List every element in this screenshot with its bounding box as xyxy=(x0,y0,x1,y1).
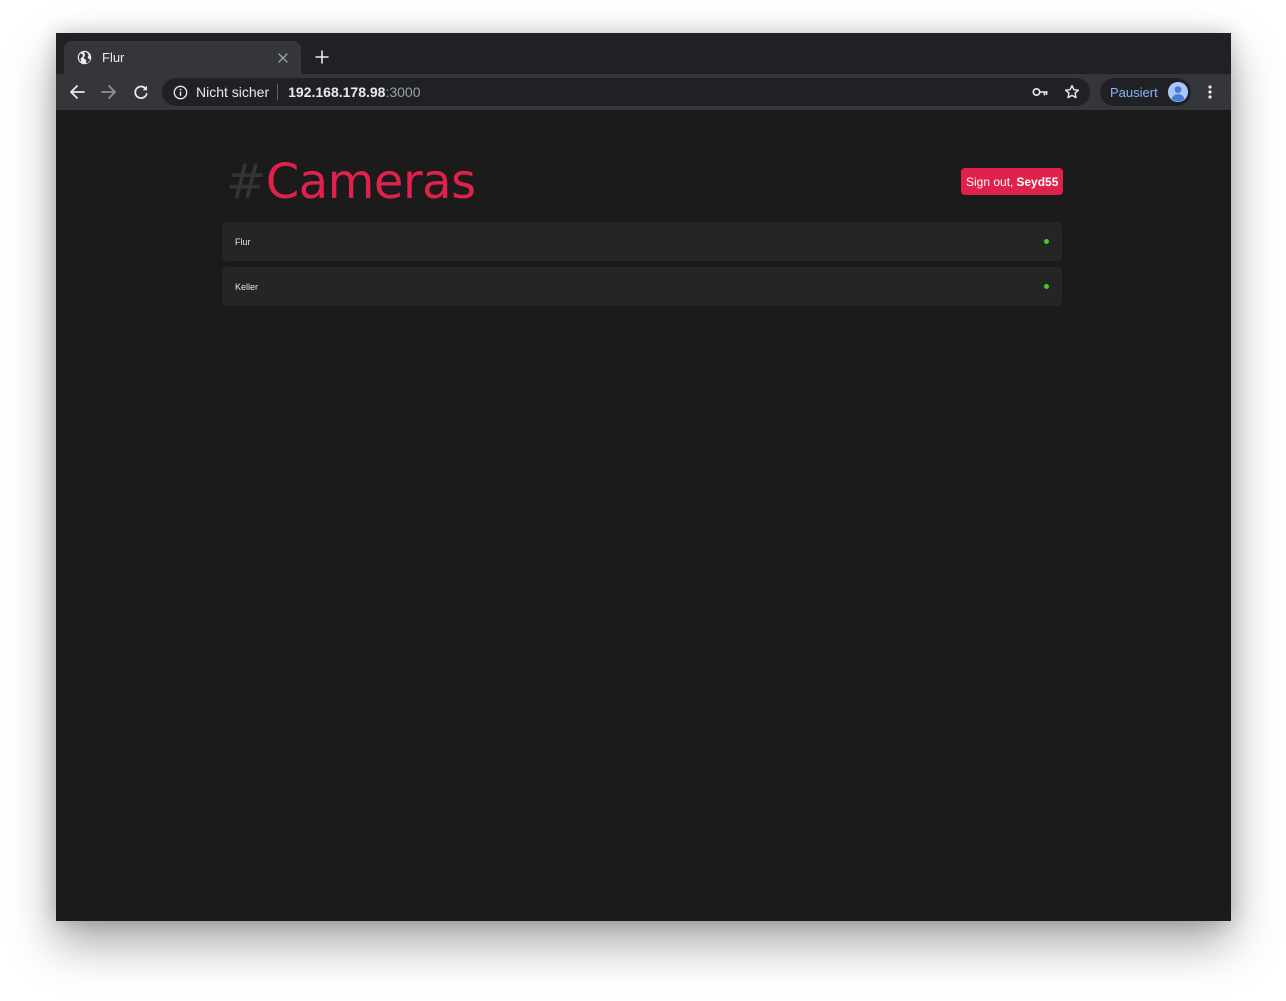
address-bar[interactable]: Nicht sicher 192.168.178.98 :3000 xyxy=(162,78,1090,106)
security-label: Nicht sicher xyxy=(196,84,270,100)
profile-button[interactable]: Pausiert xyxy=(1100,78,1191,106)
status-dot-online xyxy=(1044,239,1049,244)
status-dot-online xyxy=(1044,284,1049,289)
camera-row-keller[interactable]: Keller xyxy=(222,267,1062,306)
url-host: 192.168.178.98 xyxy=(288,84,386,100)
key-icon[interactable] xyxy=(1032,84,1048,100)
page-content: #Cameras Sign out, Seyd55 Flur Keller xyxy=(56,110,1231,921)
globe-icon xyxy=(76,50,92,66)
arrow-left-icon[interactable] xyxy=(67,82,87,102)
tab-strip: Flur xyxy=(56,33,1231,74)
info-icon xyxy=(173,85,188,100)
arrow-right-icon[interactable] xyxy=(99,82,119,102)
plus-icon[interactable] xyxy=(312,47,332,67)
close-icon[interactable] xyxy=(275,50,291,66)
browser-toolbar: Nicht sicher 192.168.178.98 :3000 Pausie… xyxy=(56,74,1231,110)
kebab-menu-icon[interactable] xyxy=(1202,82,1218,102)
tab-flur[interactable]: Flur xyxy=(64,41,301,74)
camera-list: Flur Keller xyxy=(222,222,1062,312)
sign-out-username: Seyd55 xyxy=(1016,174,1059,189)
tab-title: Flur xyxy=(102,50,125,65)
page-title: #Cameras xyxy=(226,154,476,210)
omnibox-divider xyxy=(277,84,279,100)
browser-window: Flur Nicht sicher 192.168.178.98:3000 P… xyxy=(56,33,1231,921)
title-hash: # xyxy=(226,154,266,210)
camera-name: Keller xyxy=(235,281,259,292)
profile-label: Pausiert xyxy=(1110,84,1158,100)
camera-row-flur[interactable]: Flur xyxy=(222,222,1062,261)
title-text: Cameras xyxy=(265,154,476,210)
avatar xyxy=(1168,82,1188,102)
sign-out-label: Sign out, xyxy=(966,174,1014,189)
reload-icon[interactable] xyxy=(131,82,151,102)
security-indicator[interactable]: Nicht sicher xyxy=(173,84,269,100)
url-port: :3000 xyxy=(385,84,421,100)
camera-name: Flur xyxy=(235,236,251,247)
sign-out-button[interactable]: Sign out, Seyd55 xyxy=(961,168,1064,195)
star-icon[interactable] xyxy=(1064,84,1080,100)
